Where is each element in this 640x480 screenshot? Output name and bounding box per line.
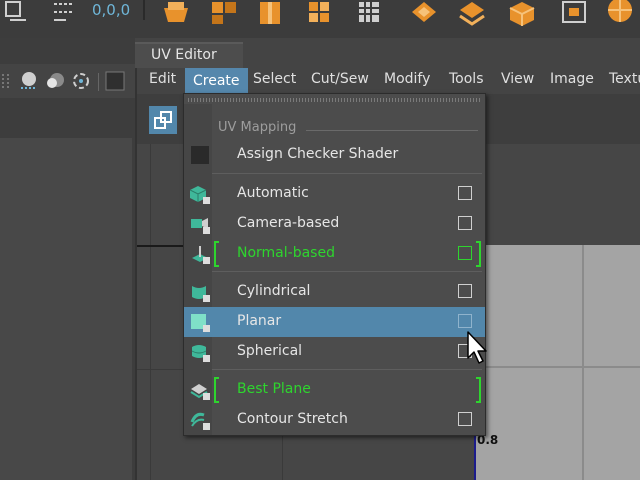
menu-view[interactable]: View (501, 71, 534, 87)
menu-item-cylindrical[interactable]: Cylindrical (184, 277, 485, 307)
shelf-sphere-unwrap-icon[interactable] (606, 0, 634, 26)
toolbar-divider (98, 73, 99, 91)
left-icon-row (0, 64, 135, 98)
shelf-cylinder-icon[interactable] (256, 0, 284, 26)
menu-item-label: Best Plane (237, 381, 311, 397)
shelf-layout-icon[interactable] (458, 0, 486, 26)
menu-item-automatic[interactable]: Automatic (184, 179, 485, 209)
menu-separator (212, 173, 482, 174)
sculpt-tool-icon[interactable] (18, 70, 40, 92)
uv-tile (475, 245, 640, 480)
automatic-mapping-icon (190, 186, 210, 204)
shelf-planar-icon[interactable] (210, 0, 238, 26)
menu-item-label: Planar (237, 313, 282, 329)
option-box[interactable] (458, 314, 472, 328)
highlight-bracket-right (476, 377, 481, 403)
menu-separator (212, 369, 482, 370)
normal-mapping-icon (192, 246, 210, 264)
menu-item-normal-based[interactable]: Normal-based (184, 239, 485, 269)
highlight-bracket-left (214, 241, 219, 267)
menu-item-label: Cylindrical (237, 283, 311, 299)
rotate-tool-icon[interactable] (70, 70, 92, 92)
menu-select[interactable]: Select (253, 71, 296, 87)
menu-create[interactable]: Create (185, 68, 248, 94)
camera-mapping-icon (191, 218, 210, 234)
uv-toolkit-toggle-icon[interactable] (149, 106, 177, 134)
shelf-grid-icon[interactable] (355, 0, 383, 26)
menu-item-best-plane[interactable]: Best Plane (184, 375, 485, 405)
cylindrical-mapping-icon (192, 286, 210, 302)
left-toolbar (0, 38, 135, 480)
tile-grid-line (475, 366, 640, 368)
shelf-unfold-icon[interactable] (410, 0, 438, 26)
menu-textures[interactable]: Textu (609, 71, 640, 87)
menu-item-planar[interactable]: Planar (184, 307, 485, 337)
menu-item-spherical[interactable]: Spherical (184, 337, 485, 367)
mouse-cursor-icon (467, 331, 487, 364)
option-box[interactable] (458, 284, 472, 298)
spherical-mapping-icon (191, 345, 210, 362)
toolbar-handle-icon[interactable] (0, 72, 12, 92)
menu-cut-sew[interactable]: Cut/Sew (311, 71, 369, 87)
menu-item-label: Normal-based (237, 245, 335, 261)
menu-item-label: Contour Stretch (237, 411, 348, 427)
create-menu-dropdown: UV Mapping Assign Checker Shader Automat… (183, 93, 486, 436)
uv-editor-tab[interactable]: UV Editor (135, 42, 243, 70)
option-box[interactable] (458, 186, 472, 200)
grid-line (150, 144, 151, 480)
contour-stretch-icon (190, 412, 210, 430)
menu-separator (212, 271, 482, 272)
snap-coordinate-icon[interactable] (50, 0, 78, 26)
highlight-bracket-left (214, 377, 219, 403)
shelf-cube-icon[interactable] (508, 0, 536, 26)
checker-shader-icon (191, 146, 209, 164)
tile-grid-line (582, 245, 584, 480)
menu-tools[interactable]: Tools (449, 71, 484, 87)
menu-item-label: Assign Checker Shader (237, 146, 399, 162)
uv-menubar: Edit Create Select Cut/Sew Modify Tools … (137, 68, 640, 94)
shelf-uv-bowl-icon[interactable] (162, 0, 190, 26)
shelf-window-icon[interactable] (560, 0, 588, 26)
option-box[interactable] (458, 246, 472, 260)
menu-modify[interactable]: Modify (384, 71, 430, 87)
section-title-uv-mapping: UV Mapping (218, 120, 297, 135)
shelf-divider (143, 0, 145, 20)
menu-item-label: Camera-based (237, 215, 340, 231)
menu-item-contour-stretch[interactable]: Contour Stretch (184, 405, 485, 435)
uv-editor-title: UV Editor (151, 47, 217, 63)
option-box[interactable] (458, 412, 472, 426)
tearoff-bar[interactable] (188, 98, 480, 102)
coordinate-readout: 0,0,0 (92, 1, 131, 19)
smooth-tool-icon[interactable] (44, 70, 66, 92)
menu-item-camera-based[interactable]: Camera-based (184, 209, 485, 239)
menu-item-assign-checker-shader[interactable]: Assign Checker Shader (184, 140, 485, 170)
shelf-tool-icon[interactable] (2, 0, 30, 26)
menu-item-label: Automatic (237, 185, 309, 201)
menu-edit[interactable]: Edit (149, 71, 176, 87)
menu-image[interactable]: Image (550, 71, 594, 87)
section-divider (306, 130, 478, 131)
planar-mapping-icon (191, 314, 210, 332)
best-plane-icon (190, 384, 210, 400)
option-box[interactable] (458, 216, 472, 230)
shelf-sphere-icon[interactable] (305, 0, 333, 26)
shaded-view-icon[interactable] (104, 70, 126, 92)
menu-item-label: Spherical (237, 343, 303, 359)
highlight-bracket-right (476, 241, 481, 267)
top-shelf: 0,0,0 (0, 0, 640, 38)
left-panel (0, 138, 132, 480)
